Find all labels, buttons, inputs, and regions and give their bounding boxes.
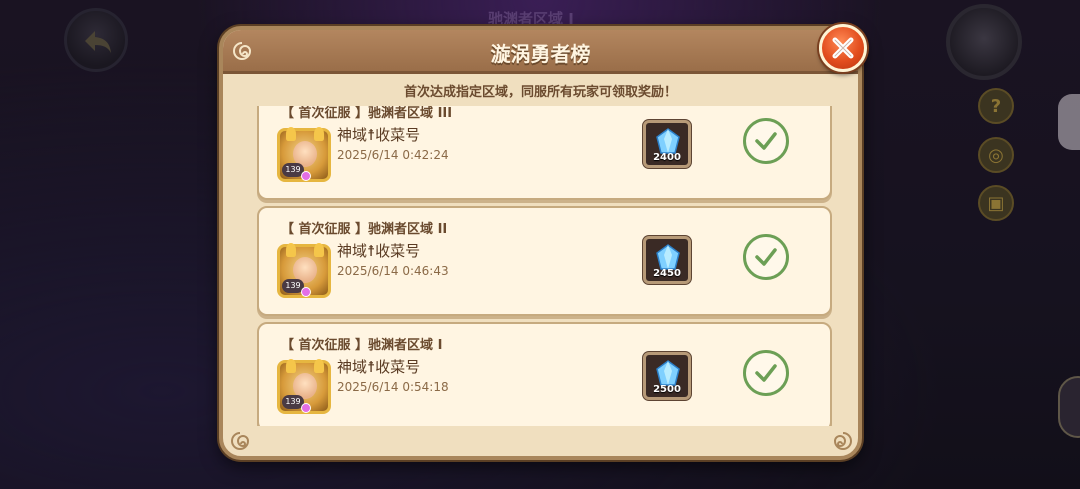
reward-amount: 2500 — [653, 384, 681, 395]
record-title: 【 首次征服 】驰渊者区域 I — [281, 338, 443, 353]
player-name: 神域☨收菜号 — [337, 126, 421, 144]
claimed-check — [743, 234, 789, 280]
clear-time: 2025/6/14 0:54:18 — [337, 380, 449, 394]
player-avatar[interactable]: 139 — [277, 127, 331, 182]
modal-header: 漩涡勇者榜 — [223, 30, 858, 74]
swirl-ornament-icon — [833, 432, 852, 450]
player-avatar[interactable]: 139 — [277, 359, 331, 414]
modal-title: 漩涡勇者榜 — [490, 42, 591, 66]
hero-board-modal: 漩涡勇者榜 首次达成指定区域，同服所有玩家可领取奖励！ 【 首次征服 】驰渊者区… — [219, 24, 867, 460]
record-list[interactable]: 【 首次征服 】驰渊者区域 III 139 神域☨收菜号 2025/6/14 0… — [257, 106, 832, 426]
record-card: 【 首次征服 】驰渊者区域 I 139 神域☨收菜号 2025/6/14 0:5… — [257, 322, 832, 426]
player-avatar[interactable]: 139 — [277, 243, 331, 298]
clear-time: 2025/6/14 0:46:43 — [337, 264, 449, 278]
clear-time: 2025/6/14 0:42:24 — [337, 148, 449, 162]
close-button[interactable] — [819, 24, 867, 72]
back-arrow-icon — [85, 31, 111, 53]
gem-icon — [301, 171, 311, 181]
reward-item[interactable]: 2450 — [643, 236, 691, 284]
medal-icon[interactable]: ◎ — [978, 137, 1014, 173]
gem-icon — [301, 403, 311, 413]
check-icon — [755, 248, 777, 266]
gem-icon — [301, 287, 311, 297]
claimed-check — [743, 118, 789, 164]
reward-item[interactable]: 2400 — [643, 120, 691, 168]
back-button[interactable] — [64, 8, 128, 72]
reward-amount: 2450 — [653, 268, 681, 279]
pet-icon[interactable] — [1058, 376, 1080, 438]
check-icon — [755, 132, 777, 150]
gift-icon[interactable]: ▣ — [978, 185, 1014, 221]
claimed-check — [743, 350, 789, 396]
reward-amount: 2400 — [653, 152, 681, 163]
side-tab[interactable] — [1058, 94, 1080, 150]
reward-item[interactable]: 2500 — [643, 352, 691, 400]
player-name: 神域☨收菜号 — [337, 358, 421, 376]
close-icon — [832, 37, 854, 59]
swirl-ornament-icon — [231, 432, 250, 450]
record-card: 【 首次征服 】驰渊者区域 III 139 神域☨收菜号 2025/6/14 0… — [257, 106, 832, 200]
player-name: 神域☨收菜号 — [337, 242, 421, 260]
background-avatar[interactable] — [946, 4, 1022, 80]
check-icon — [755, 364, 777, 382]
help-icon[interactable]: ? — [978, 88, 1014, 124]
record-card: 【 首次征服 】驰渊者区域 II 139 神域☨收菜号 2025/6/14 0:… — [257, 206, 832, 316]
record-title: 【 首次征服 】驰渊者区域 II — [281, 222, 448, 237]
modal-subtitle: 首次达成指定区域，同服所有玩家可领取奖励！ — [403, 85, 677, 100]
record-title: 【 首次征服 】驰渊者区域 III — [281, 106, 453, 121]
